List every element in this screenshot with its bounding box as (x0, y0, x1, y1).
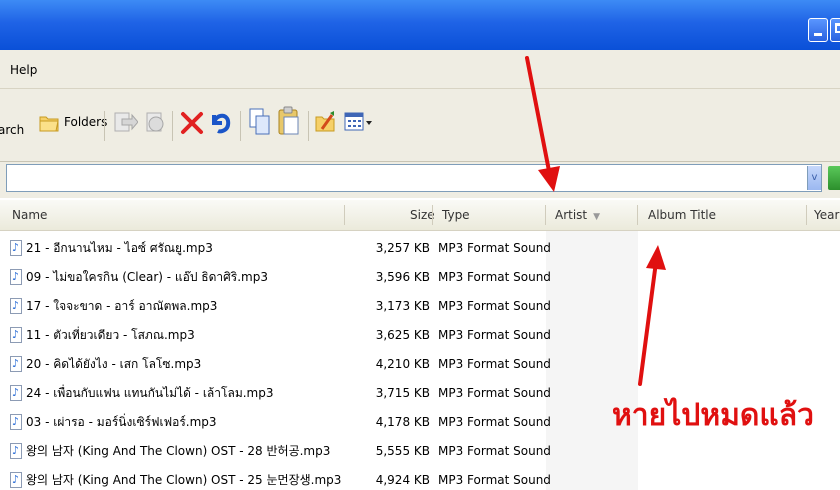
explorer-window: Help arch Folders v Name Size Type Artis… (0, 0, 840, 490)
arrow-to-album (638, 245, 666, 386)
arrow-to-artist (525, 56, 560, 192)
annotation-text: หายไปหมดแล้ว (612, 398, 814, 433)
